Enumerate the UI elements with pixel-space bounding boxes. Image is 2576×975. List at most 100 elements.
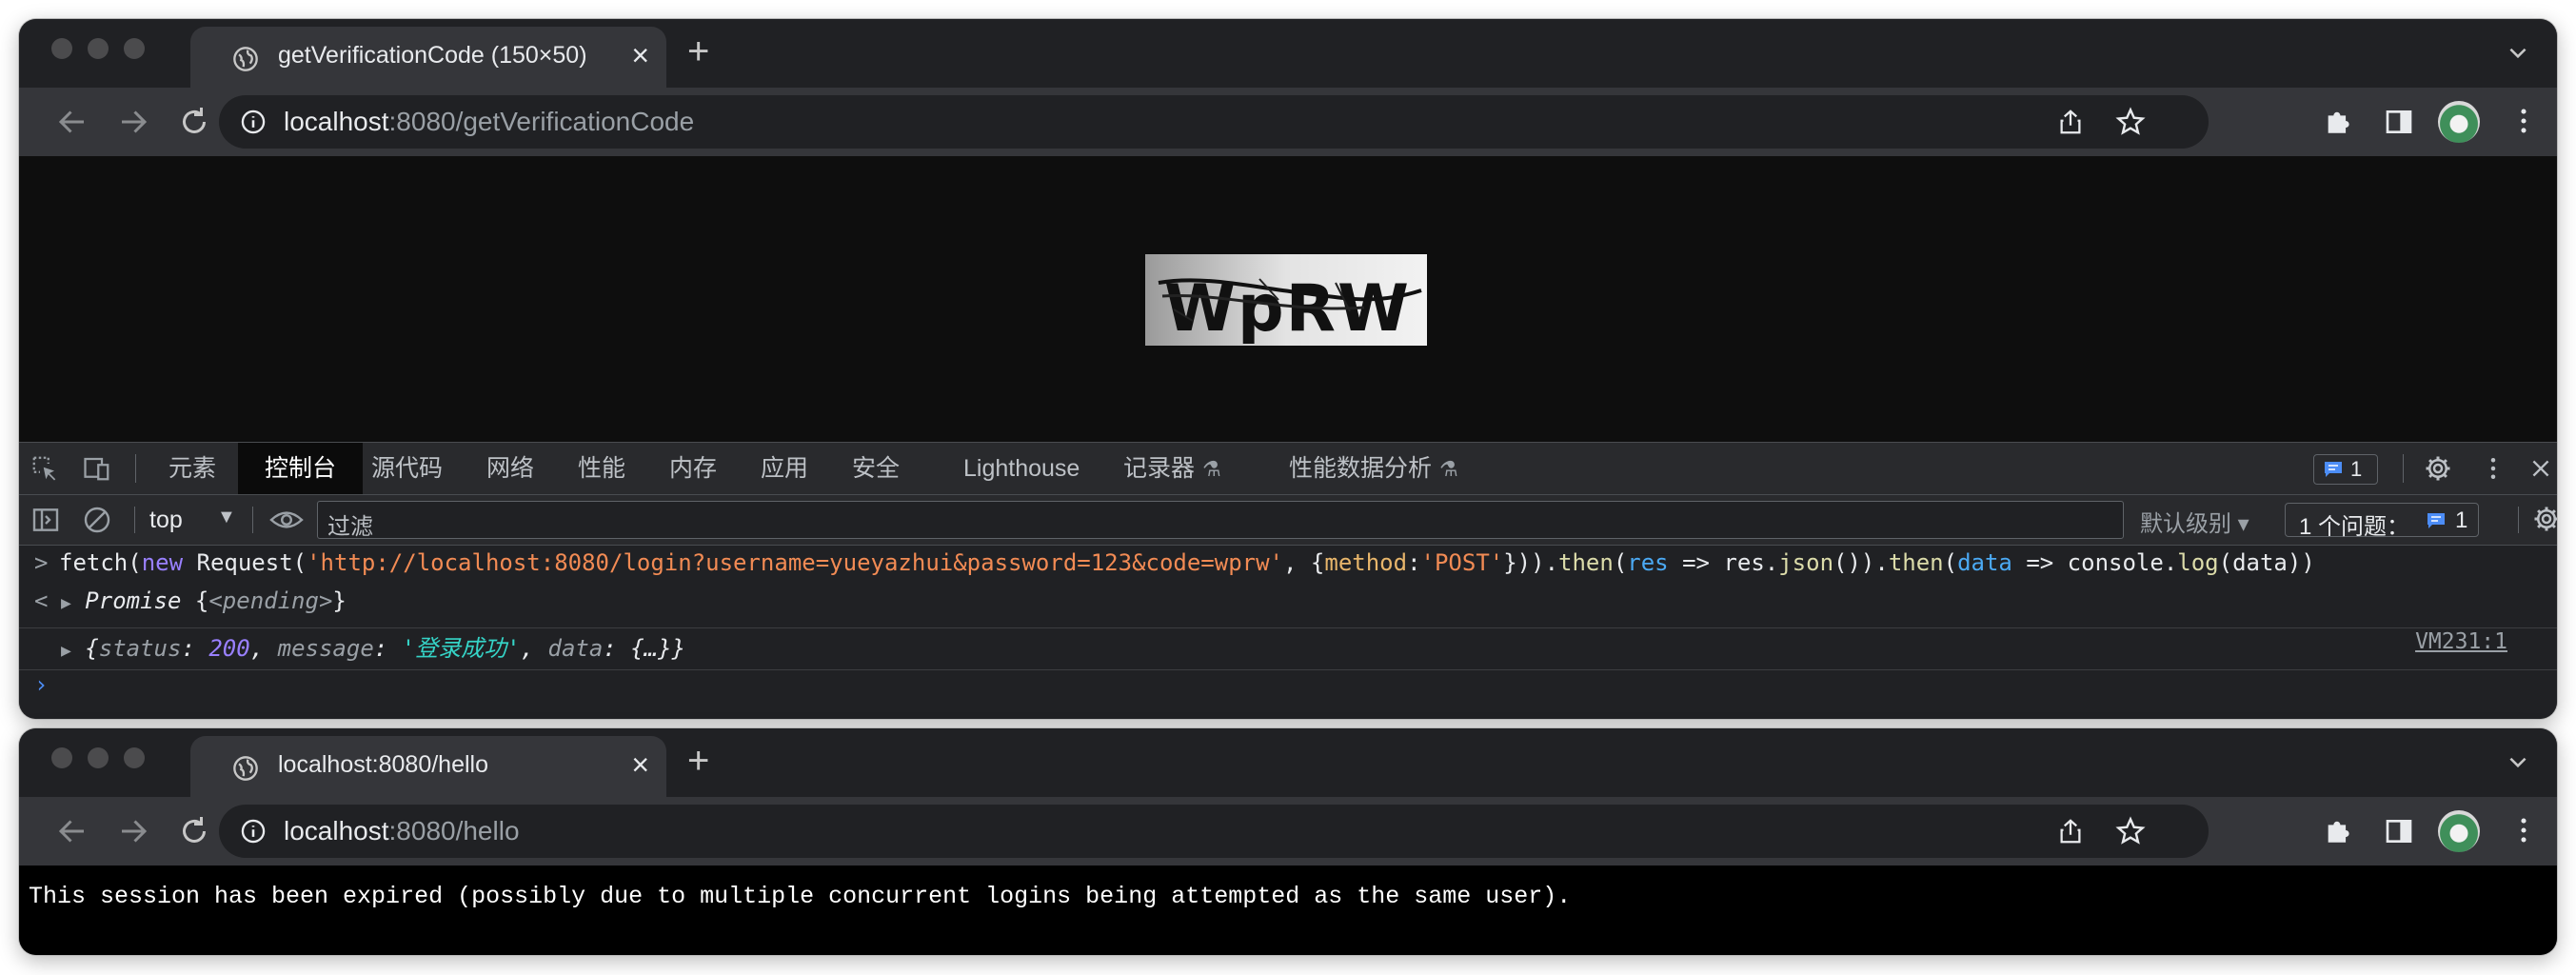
browser-toolbar: localhost:8080/getVerificationCode [19,88,2557,156]
flask-icon: ⚗ [1202,457,1221,481]
row-separator [19,627,2557,628]
console-prompt-line[interactable]: › [19,671,2557,709]
maximize-window-button[interactable] [124,38,145,59]
tab-recorder[interactable]: 记录器 ⚗ [1123,443,1221,494]
bookmark-star-icon[interactable] [2115,816,2146,846]
close-icon[interactable] [2528,456,2553,481]
issues-count: 1 [2455,507,2468,533]
console-settings-gear-icon[interactable] [2532,505,2557,533]
return-marker: < [34,587,49,614]
console-output: > fetch(new Request('http://localhost:80… [19,546,2557,719]
tab-title: getVerificationCode (150×50) [278,42,587,69]
tab-application[interactable]: 应用 [761,443,808,494]
sidebar-toggle-icon[interactable] [30,505,61,535]
extensions-puzzle-icon[interactable] [2323,814,2355,846]
expand-arrow-icon: ▶ [61,641,71,661]
address-bar[interactable]: localhost:8080/hello [219,805,2209,858]
profile-avatar[interactable] [2438,810,2480,852]
eye-icon[interactable] [268,505,305,535]
bookmark-star-icon[interactable] [2115,107,2146,137]
tab-elements[interactable]: 元素 [165,443,220,494]
log-source-link[interactable]: VM231:1 [2415,629,2507,654]
separator [135,454,136,483]
tab-sources[interactable]: 源代码 [371,443,443,494]
back-arrow-icon[interactable] [55,814,89,848]
context-selector[interactable]: top [149,507,183,534]
browser-window-hello: localhost:8080/hello × + localhost:8080/… [19,728,2557,955]
tab-memory[interactable]: 内存 [669,443,717,494]
info-icon[interactable] [240,818,267,845]
back-arrow-icon[interactable] [55,105,89,139]
maximize-window-button[interactable] [124,747,145,768]
console-filter-input[interactable]: 过滤 [317,501,2124,540]
console-command[interactable]: fetch(new Request('http://localhost:8080… [59,549,2315,576]
window-controls [51,38,145,59]
side-panel-icon[interactable] [2384,107,2414,137]
more-vertical-icon[interactable] [2507,814,2540,846]
tab-hello[interactable]: localhost:8080/hello × [190,736,666,797]
share-icon[interactable] [2056,107,2085,137]
forward-arrow-icon[interactable] [116,814,150,848]
context-caret-icon[interactable]: ▼ [217,507,236,528]
devtools-panel: 元素 控制台 源代码 网络 性能 内存 应用 安全 Lighthouse 记录器… [19,442,2557,719]
tab-close-button[interactable]: × [631,747,649,782]
settings-gear-icon[interactable] [2424,454,2452,483]
new-tab-button[interactable]: + [687,32,709,70]
extensions-puzzle-icon[interactable] [2323,105,2355,137]
issues-button[interactable]: 1 个问题： 1 [2285,503,2479,540]
new-tab-button[interactable]: + [687,742,709,780]
close-window-button[interactable] [51,38,72,59]
reload-icon[interactable] [177,105,211,139]
chevron-down-icon[interactable] [2506,40,2530,65]
session-expired-message: This session has been expired (possibly … [29,883,1572,910]
message-icon [2427,513,2445,528]
browser-window-verification: getVerificationCode (150×50) × + localho… [19,19,2557,719]
side-panel-icon[interactable] [2384,816,2414,846]
url-text: localhost:8080/getVerificationCode [284,107,694,137]
forward-arrow-icon[interactable] [116,105,150,139]
tab-performance-insights-label: 性能数据分析 [1289,455,1433,482]
log-levels-dropdown[interactable]: 默认级别 ▾ [2140,505,2249,538]
reload-icon[interactable] [177,814,211,848]
chevron-down-icon[interactable] [2506,749,2530,774]
window-controls [51,747,145,768]
clear-console-icon[interactable] [82,505,112,535]
input-marker: > [34,549,49,576]
expand-arrow-icon: ▶ [61,593,71,613]
more-vertical-icon[interactable] [2507,105,2540,137]
message-icon [2325,462,2342,477]
url-path: :8080/getVerificationCode [388,107,695,136]
minimize-window-button[interactable] [88,747,109,768]
tab-lighthouse[interactable]: Lighthouse [963,443,1080,494]
promise-value[interactable]: ▶ Promise {<pending>} [61,587,347,614]
separator [2518,507,2519,533]
address-bar[interactable]: localhost:8080/getVerificationCode [219,95,2209,149]
tab-performance[interactable]: 性能 [578,443,625,494]
share-icon[interactable] [2056,816,2085,846]
minimize-window-button[interactable] [88,38,109,59]
tab-network[interactable]: 网络 [486,443,534,494]
tab-console[interactable]: 控制台 [238,443,364,494]
prompt-marker: › [34,671,49,698]
tab-get-verification-code[interactable]: getVerificationCode (150×50) × [190,27,666,88]
console-toolbar: top ▼ 过滤 默认级别 ▾ 1 个问题： 1 [19,495,2557,546]
tab-security[interactable]: 安全 [852,443,900,494]
tab-close-button[interactable]: × [631,38,649,72]
tab-performance-insights[interactable]: 性能数据分析 ⚗ [1289,443,1458,494]
browser-toolbar: localhost:8080/hello [19,797,2557,866]
issues-badge-count: 1 [2350,457,2363,481]
log-object[interactable]: ▶ {status: 200, message: '登录成功', data: {… [61,629,685,663]
page-content: This session has been expired (possibly … [19,866,2557,955]
device-toolbar-icon[interactable] [82,454,112,483]
inspect-element-icon[interactable] [30,454,59,483]
issues-badge[interactable]: 1 [2313,454,2378,485]
more-vertical-icon[interactable] [2479,454,2507,483]
close-window-button[interactable] [51,747,72,768]
info-icon[interactable] [240,109,267,135]
captcha-text: WpRW [1164,271,1411,346]
url-path: :8080/hello [388,816,520,846]
separator [252,507,253,533]
profile-avatar[interactable] [2438,101,2480,143]
filter-placeholder: 过滤 [327,514,373,540]
devtools-tab-bar: 元素 控制台 源代码 网络 性能 内存 应用 安全 Lighthouse 记录器… [19,443,2557,495]
